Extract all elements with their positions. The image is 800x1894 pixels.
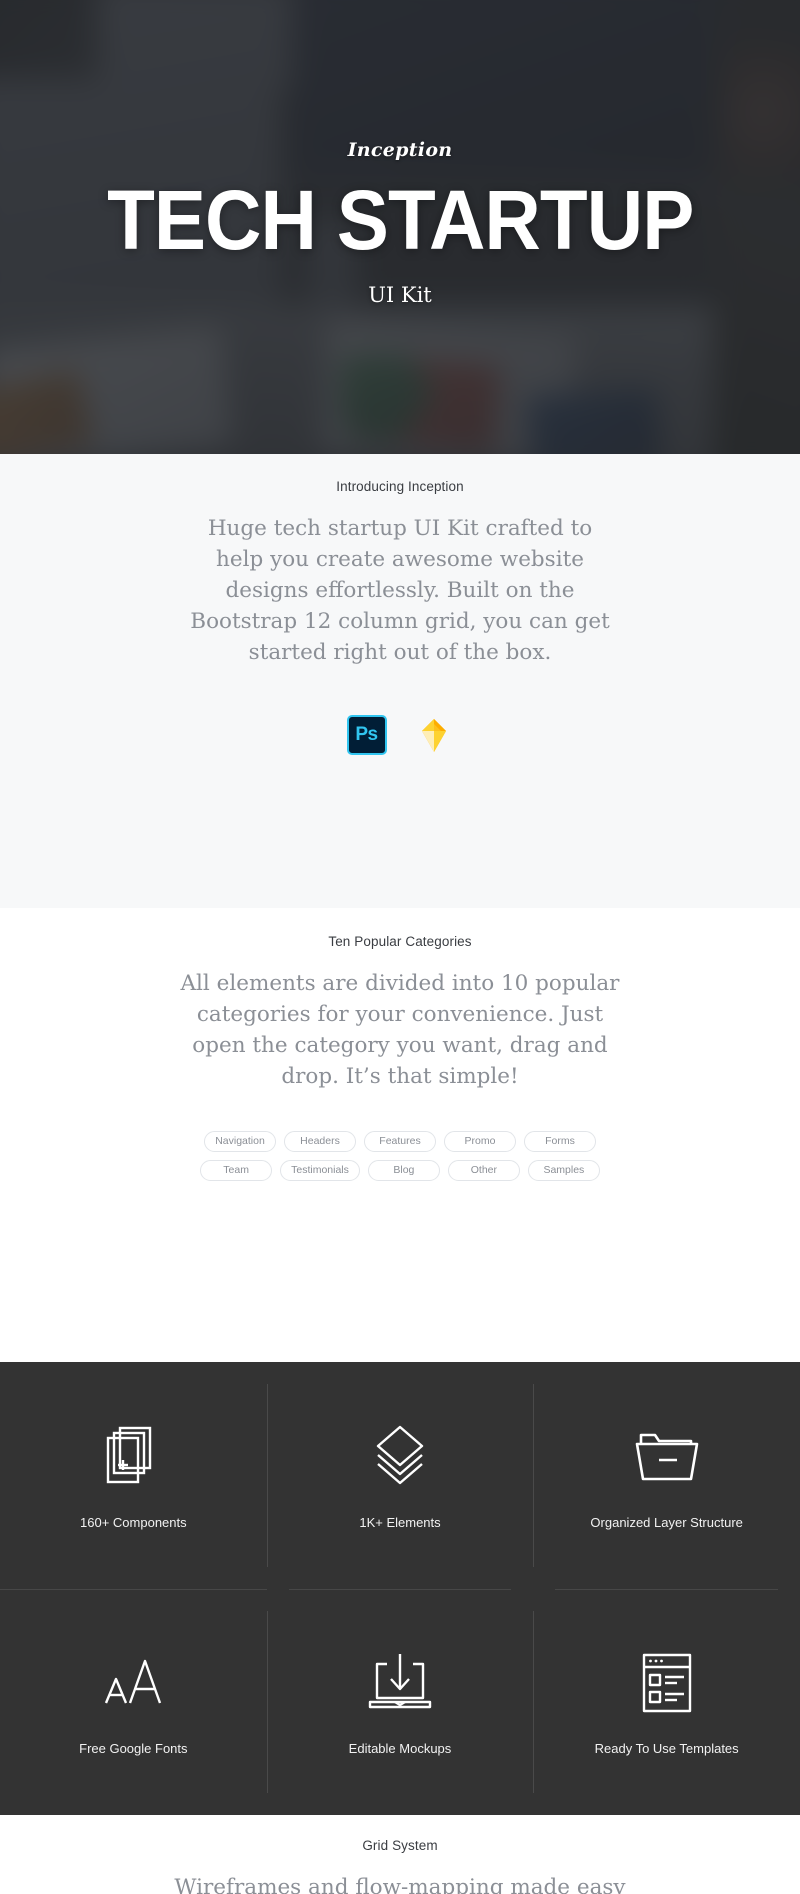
feature-fonts: Free Google Fonts bbox=[0, 1588, 267, 1816]
page-title: TECH STARTUP bbox=[106, 172, 694, 267]
feature-label: Free Google Fonts bbox=[79, 1741, 188, 1757]
category-pill-samples[interactable]: Samples bbox=[527, 1159, 600, 1181]
feature-label: 160+ Components bbox=[80, 1514, 187, 1530]
category-pill-promo[interactable]: Promo bbox=[444, 1130, 516, 1152]
layers-stack-icon bbox=[369, 1421, 431, 1493]
category-pill-blog[interactable]: Blog bbox=[367, 1159, 440, 1181]
laptop-download-icon bbox=[367, 1647, 433, 1719]
categories-label: Ten Popular Categories bbox=[328, 934, 472, 949]
category-pill-forms[interactable]: Forms bbox=[524, 1130, 596, 1152]
category-pill-row-2: Team Testimonials Blog Other Samples bbox=[200, 1159, 600, 1181]
intro-section: Introducing Inception Huge tech startup … bbox=[0, 454, 800, 908]
category-pill-testimonials[interactable]: Testimonials bbox=[280, 1159, 360, 1181]
feature-templates: Ready To Use Templates bbox=[533, 1588, 800, 1816]
categories-body: All elements are divided into 10 popular… bbox=[180, 971, 620, 1089]
hero-script-title: Inception bbox=[347, 138, 453, 161]
intro-label: Introducing Inception bbox=[336, 479, 464, 494]
grid-system-body: Wireframes and flow-mapping made easy wi… bbox=[174, 1875, 626, 1894]
software-logos: Ps bbox=[346, 714, 454, 755]
category-pill-team[interactable]: Team bbox=[200, 1159, 273, 1181]
feature-label: Editable Mockups bbox=[348, 1741, 452, 1757]
hero-subtitle: UI Kit bbox=[368, 283, 432, 308]
grid-system-section: Grid System Wireframes and flow-mapping … bbox=[0, 1815, 800, 1894]
feature-label: Organized Layer Structure bbox=[590, 1514, 743, 1530]
category-pill-row-1: Navigation Headers Features Promo Forms bbox=[200, 1130, 600, 1152]
hero-section: Inception TECH STARTUP UI Kit bbox=[0, 0, 800, 454]
feature-elements: 1K+ Elements bbox=[266, 1362, 534, 1589]
categories-section: Ten Popular Categories All elements are … bbox=[0, 908, 800, 1362]
feature-components: 160+ Components bbox=[0, 1362, 267, 1589]
category-pill-other[interactable]: Other bbox=[447, 1159, 520, 1181]
category-pill-features[interactable]: Features bbox=[364, 1130, 436, 1152]
grid-system-label: Grid System bbox=[362, 1838, 438, 1853]
typography-aa-icon bbox=[100, 1647, 166, 1719]
category-pill-navigation[interactable]: Navigation bbox=[204, 1130, 276, 1152]
features-section: 160+ Components 1K+ Elements Organized L… bbox=[0, 1362, 800, 1815]
folder-icon bbox=[633, 1421, 701, 1493]
photoshop-icon: Ps bbox=[346, 714, 387, 755]
stacked-cards-plus-icon bbox=[103, 1421, 163, 1493]
category-pill-headers[interactable]: Headers bbox=[284, 1130, 356, 1152]
feature-mockups: Editable Mockups bbox=[266, 1588, 534, 1816]
feature-layers: Organized Layer Structure bbox=[533, 1362, 800, 1589]
feature-label: 1K+ Elements bbox=[359, 1514, 441, 1530]
category-pill-group: Navigation Headers Features Promo Forms … bbox=[200, 1130, 600, 1181]
intro-body: Huge tech startup UI Kit crafted to help… bbox=[190, 516, 610, 665]
feature-label: Ready To Use Templates bbox=[594, 1741, 739, 1757]
browser-template-icon bbox=[636, 1647, 698, 1719]
sketch-icon bbox=[414, 715, 454, 755]
